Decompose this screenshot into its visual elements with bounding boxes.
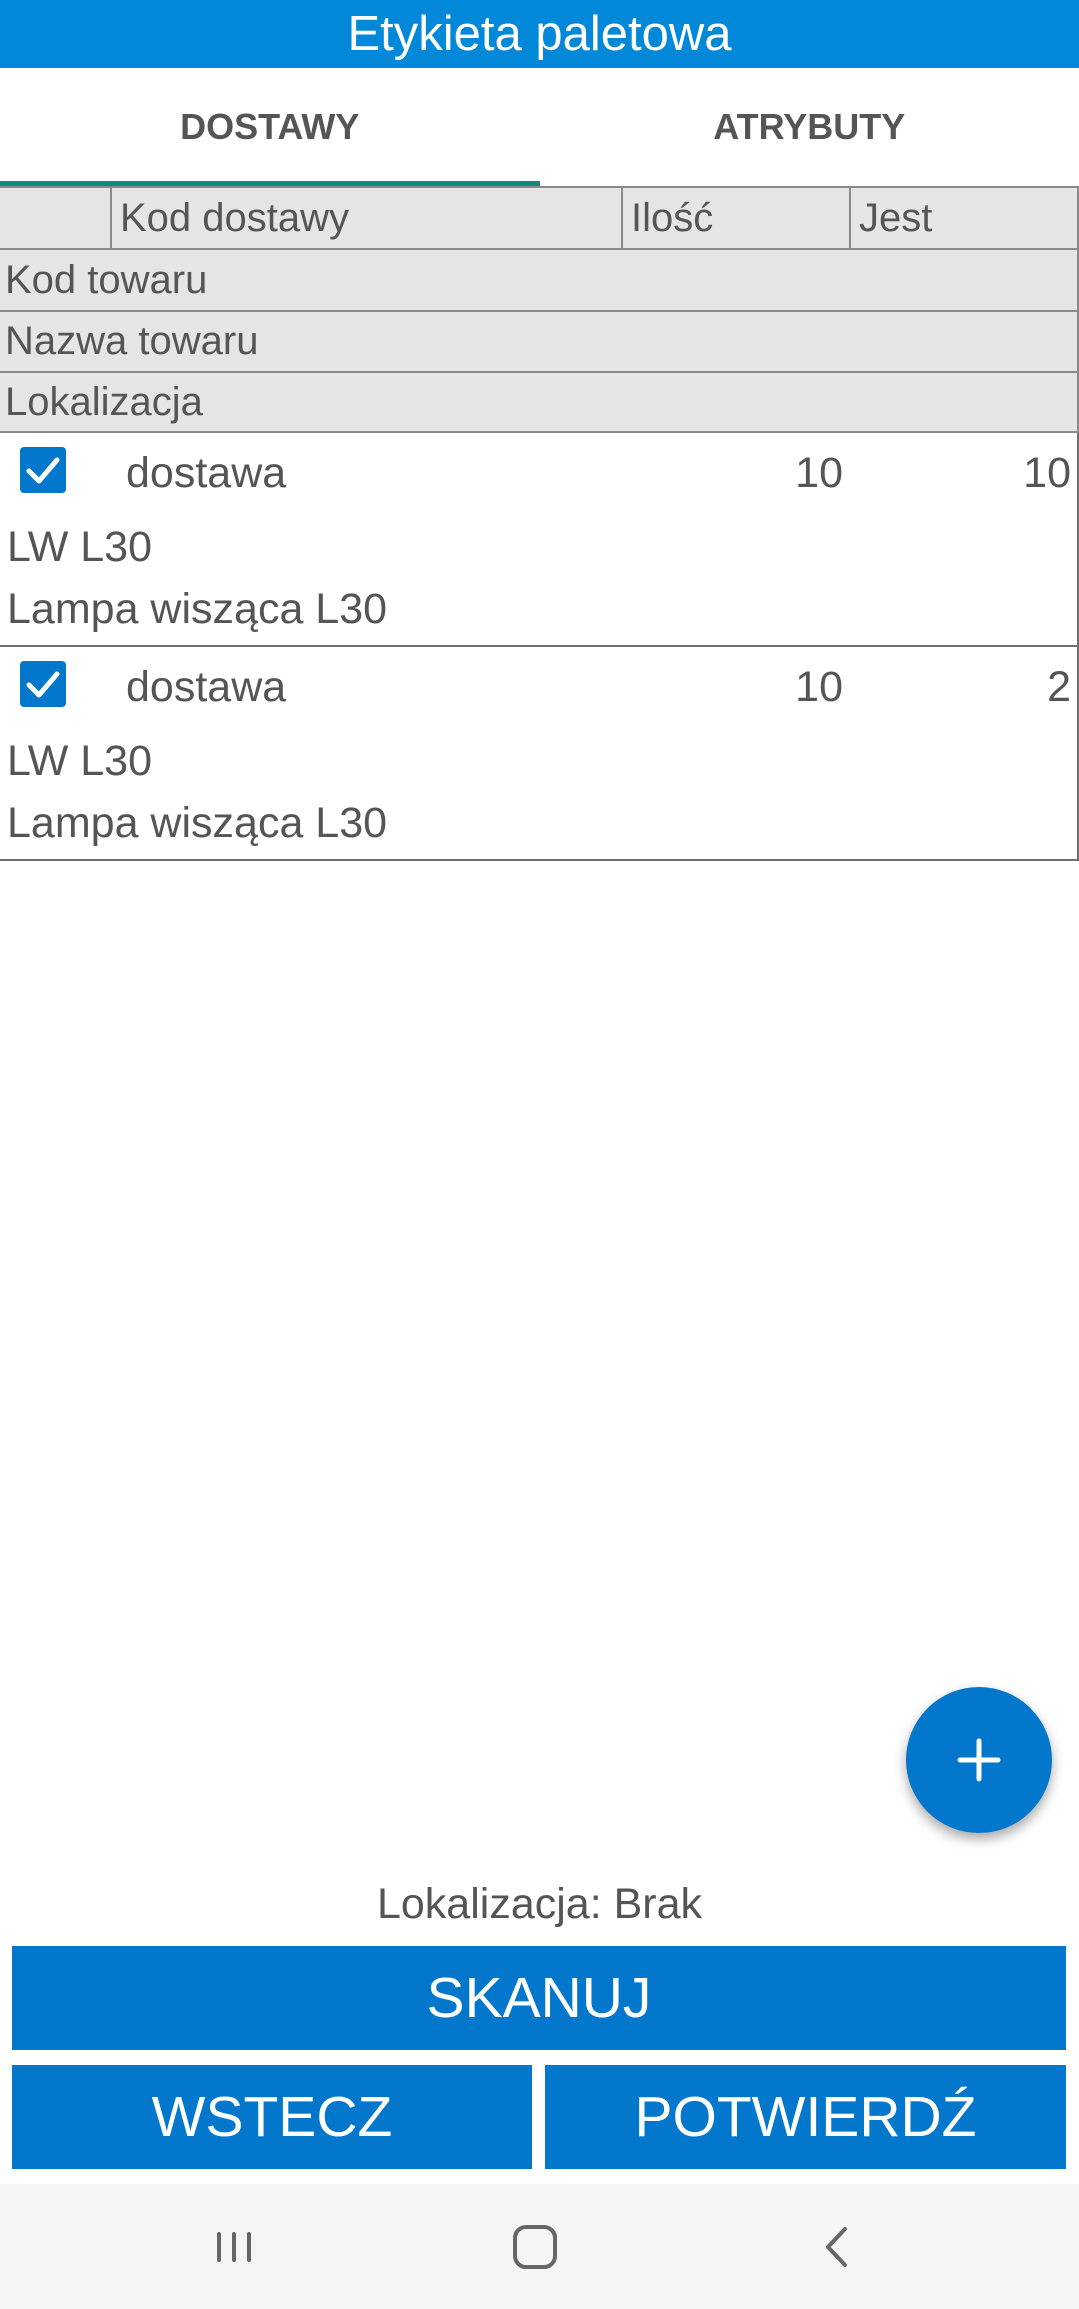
list-item[interactable]: dostawa 10 10 LW L30 Lampa wisząca L30 <box>0 433 1079 647</box>
item-delivery-code: dostawa <box>126 663 287 711</box>
tab-atrybuty-label: ATRYBUTY <box>713 106 906 147</box>
confirm-button[interactable]: POTWIERDŹ <box>545 2065 1066 2169</box>
plus-icon <box>957 1738 1001 1782</box>
item-quantity: 10 <box>795 663 843 711</box>
tab-bar: DOSTAWY ATRYBUTY <box>0 68 1079 186</box>
header-cell-kod-dostawy: Kod dostawy <box>112 188 623 248</box>
header-cell-ilosc: Ilość <box>623 188 851 248</box>
system-nav-bar <box>0 2184 1079 2309</box>
checkmark-icon <box>26 457 60 484</box>
tab-dostawy-label: DOSTAWY <box>180 106 360 147</box>
tab-dostawy[interactable]: DOSTAWY <box>0 68 540 186</box>
list-item[interactable]: dostawa 10 2 LW L30 Lampa wisząca L30 <box>0 647 1079 861</box>
item-delivery-code: dostawa <box>126 449 287 497</box>
item-jest: 2 <box>1047 663 1071 711</box>
recents-icon[interactable] <box>201 2214 267 2280</box>
back-button[interactable]: WSTECZ <box>12 2065 532 2169</box>
item-product-code: LW L30 <box>7 523 152 571</box>
scan-button[interactable]: SKANUJ <box>12 1946 1066 2050</box>
add-fab-button[interactable] <box>906 1687 1052 1833</box>
tab-atrybuty[interactable]: ATRYBUTY <box>540 68 1079 186</box>
header-cell-checkbox <box>0 188 112 248</box>
item-checkbox[interactable] <box>20 447 66 493</box>
item-product-name: Lampa wisząca L30 <box>7 585 388 633</box>
item-jest: 10 <box>1023 449 1071 497</box>
item-checkbox[interactable] <box>20 661 66 707</box>
table-header-kod-towaru: Kod towaru <box>0 248 1079 310</box>
header-cell-jest: Jest <box>851 188 1079 248</box>
item-product-name: Lampa wisząca L30 <box>7 799 388 847</box>
table-header-row-1: Kod dostawy Ilość Jest <box>0 186 1079 248</box>
table-header-lokalizacja: Lokalizacja <box>0 371 1079 433</box>
table-header-nazwa-towaru: Nazwa towaru <box>0 310 1079 371</box>
app-title-bar: Etykieta paletowa <box>0 0 1079 68</box>
page-title: Etykieta paletowa <box>347 7 732 61</box>
back-icon[interactable] <box>805 2214 871 2280</box>
item-quantity: 10 <box>795 449 843 497</box>
item-product-code: LW L30 <box>7 737 152 785</box>
location-status: Lokalizacja: Brak <box>376 1880 703 1928</box>
checkmark-icon <box>26 671 60 698</box>
home-icon[interactable] <box>502 2214 568 2280</box>
